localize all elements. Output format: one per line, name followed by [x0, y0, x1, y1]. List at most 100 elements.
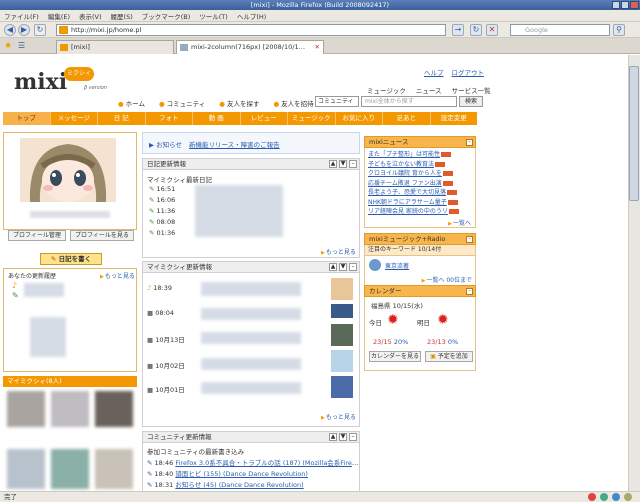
- menu-bookmarks[interactable]: ブックマーク(B): [142, 11, 191, 21]
- nav-message[interactable]: メッセージ: [51, 112, 98, 125]
- panel-up-icon[interactable]: ▲: [329, 160, 337, 168]
- nav-photo[interactable]: フォト: [146, 112, 193, 125]
- go-arrow-icon[interactable]: →: [452, 24, 464, 36]
- nav-favorites[interactable]: お気に入り: [336, 112, 383, 125]
- search-magnifier-icon[interactable]: ⚲: [613, 24, 625, 36]
- panel-minimize-icon[interactable]: –: [349, 433, 357, 441]
- addon-icon[interactable]: [600, 493, 608, 501]
- search-button[interactable]: 検索: [459, 96, 483, 107]
- news-item[interactable]: 応援チーム敗退 ファン出演: [368, 179, 472, 189]
- view-calendar-button[interactable]: カレンダーを見る: [369, 351, 421, 362]
- diary-row[interactable]: ✎ 16:51: [149, 185, 175, 193]
- reload-icon[interactable]: ↻: [34, 24, 46, 36]
- news-item[interactable]: クロヨイル議院 育から人を: [368, 169, 472, 179]
- friend-thumb[interactable]: [95, 449, 133, 489]
- community-row[interactable]: ✎ 18:46 Firefox 3.0系不具合・トラブルの話 (187) (Mo…: [147, 457, 359, 467]
- panel-down-icon[interactable]: ▼: [339, 263, 347, 271]
- search-scope-select[interactable]: コミュニティ: [315, 96, 359, 107]
- tab-column[interactable]: mixi-2column(716px) [2008/10/13] | us...…: [176, 40, 324, 54]
- menu-edit[interactable]: 編集(E): [48, 11, 70, 21]
- update-thumbnail[interactable]: [331, 304, 353, 318]
- maximize-button[interactable]: [621, 1, 629, 9]
- diary-row[interactable]: ✎ 01:36: [149, 229, 175, 237]
- nav-diary[interactable]: 日 記: [98, 112, 146, 125]
- panel-up-icon[interactable]: ▲: [329, 263, 337, 271]
- profile-view-button[interactable]: プロフィールを見る: [70, 230, 134, 241]
- addon-icon[interactable]: [588, 493, 596, 501]
- add-event-button[interactable]: ▣ 予定を追加: [425, 351, 473, 362]
- community-row[interactable]: ✎ 18:31 お知らせ (45) (Dance Dance Revolutio…: [147, 479, 359, 489]
- menu-tools[interactable]: ツール(T): [199, 11, 228, 21]
- panel-minimize-icon[interactable]: –: [349, 263, 357, 271]
- news-item[interactable]: また「プチ整形」は可能性: [368, 150, 472, 160]
- update-row[interactable]: ■ 10月13日: [147, 334, 185, 344]
- panel-minimize-icon[interactable]: –: [466, 288, 473, 295]
- news-item[interactable]: 長老よう子、恐愛で大切見落: [368, 188, 472, 198]
- invite-friends-link[interactable]: 友人を招待: [273, 98, 314, 108]
- menu-file[interactable]: ファイル(F): [4, 11, 39, 21]
- close-button[interactable]: [630, 1, 639, 9]
- find-friends-link[interactable]: 友人を探す: [219, 98, 260, 108]
- community-link[interactable]: コミュニティ: [159, 98, 206, 108]
- bookmark-star-icon[interactable]: ★: [4, 41, 12, 51]
- notice-link[interactable]: 新機能リリース・障害のご報告: [189, 139, 280, 149]
- profile-manage-button[interactable]: プロフィール管理: [8, 230, 66, 241]
- update-thumbnail[interactable]: [331, 376, 353, 398]
- logout-link[interactable]: ログアウト: [452, 67, 485, 77]
- keyword-more-link[interactable]: 一覧へ 00位まで: [422, 275, 472, 284]
- update-row[interactable]: ■ 10月01日: [147, 384, 185, 394]
- menu-view[interactable]: 表示(V): [79, 11, 102, 21]
- community-row[interactable]: ✎ 18:40 譜面ヒビ (155) (Dance Dance Revoluti…: [147, 468, 359, 478]
- panel-minimize-icon[interactable]: –: [349, 160, 357, 168]
- forward-button[interactable]: ▶: [18, 24, 30, 36]
- friend-thumb[interactable]: [7, 449, 45, 489]
- update-thumbnail[interactable]: [331, 278, 353, 300]
- mixi-logo[interactable]: mixi: [14, 69, 67, 95]
- update-row[interactable]: ♪ 18:39: [147, 284, 172, 292]
- write-diary-button[interactable]: ✎ 日記を書く: [40, 253, 102, 265]
- reload-small-icon[interactable]: ↻: [470, 24, 482, 36]
- addon-icon[interactable]: [624, 493, 632, 501]
- mixi-search-input[interactable]: mixi全体から探す: [361, 96, 457, 107]
- diary-row[interactable]: ✎ 11:36: [149, 207, 175, 215]
- panel-minimize-icon[interactable]: –: [466, 236, 473, 243]
- update-row[interactable]: ■ 10月02日: [147, 360, 185, 370]
- diary-row[interactable]: ✎ 16:06: [149, 196, 175, 204]
- scrollbar-thumb[interactable]: [629, 66, 639, 201]
- nav-music[interactable]: ミュージック: [288, 112, 336, 125]
- tab-close-icon[interactable]: ✕: [315, 41, 320, 54]
- update-thumbnail[interactable]: [331, 350, 353, 372]
- music-link[interactable]: ミュージック: [367, 85, 406, 95]
- mymixi-updates-more-link[interactable]: もっと見る: [321, 412, 356, 421]
- update-thumbnail[interactable]: [331, 324, 353, 346]
- minimize-button[interactable]: [612, 1, 620, 9]
- updates-more-link[interactable]: もっと見る: [100, 271, 135, 280]
- nav-video[interactable]: 動 画: [193, 112, 241, 125]
- friend-thumb[interactable]: [95, 391, 133, 427]
- back-button[interactable]: ◀: [4, 24, 16, 36]
- service-list-link[interactable]: サービス一覧: [452, 85, 491, 95]
- diary-row[interactable]: ✎ 08:08: [149, 218, 175, 226]
- panel-down-icon[interactable]: ▼: [339, 433, 347, 441]
- menu-help[interactable]: ヘルプ(H): [237, 11, 266, 21]
- nav-top[interactable]: トップ: [3, 112, 51, 125]
- news-item[interactable]: リア経陣会見 家続の中のうリ: [368, 207, 472, 217]
- news-item[interactable]: 子どもを泣かない教育法: [368, 160, 472, 170]
- news-more-link[interactable]: 一覧へ: [448, 218, 471, 227]
- stop-icon[interactable]: ✕: [486, 24, 498, 36]
- friend-thumb[interactable]: [51, 449, 89, 489]
- tab-mixi[interactable]: [mixi]: [56, 40, 174, 54]
- update-row[interactable]: ■ 08:04: [147, 309, 174, 317]
- nav-settings[interactable]: 設定変更: [431, 112, 478, 125]
- news-link[interactable]: ニュース: [416, 85, 442, 95]
- news-item[interactable]: NHK朝ドラにアラサーム量子: [368, 198, 472, 208]
- keyword-link[interactable]: 東京流著: [385, 261, 409, 270]
- panel-down-icon[interactable]: ▼: [339, 160, 347, 168]
- nav-review[interactable]: レビュー: [241, 112, 288, 125]
- nav-footprints[interactable]: 足あと: [383, 112, 431, 125]
- home-link[interactable]: ホーム: [118, 98, 145, 108]
- friend-thumb[interactable]: [7, 391, 45, 427]
- panel-minimize-icon[interactable]: –: [466, 139, 473, 146]
- profile-avatar[interactable]: [20, 138, 116, 202]
- menu-history[interactable]: 履歴(S): [111, 11, 133, 21]
